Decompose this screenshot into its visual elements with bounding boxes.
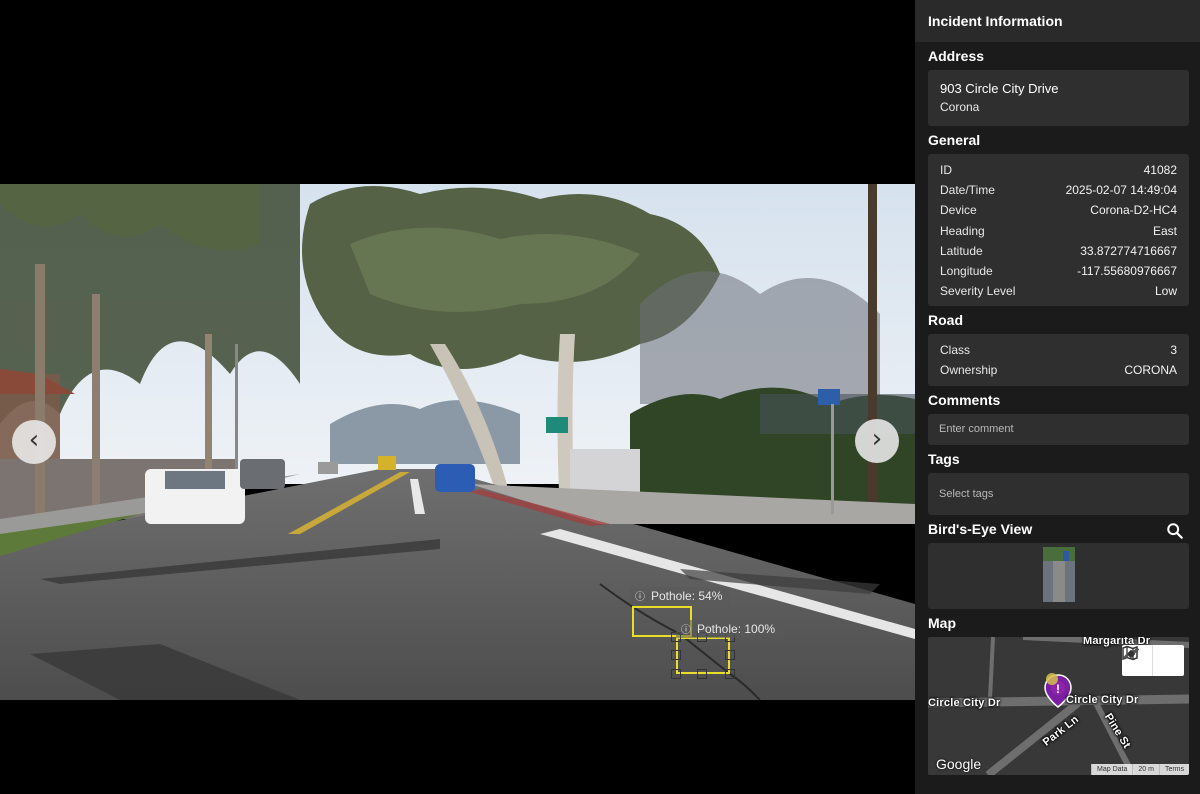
- row-key: Heading: [940, 223, 985, 238]
- row-key: ID: [940, 163, 952, 177]
- row-value: CORONA: [1124, 363, 1177, 378]
- comments-heading: Comments: [928, 392, 1001, 408]
- birdseye-heading: Bird's-Eye View: [928, 521, 1033, 537]
- general-row-datetime: Date/Time 2025-02-07 14:49:04: [940, 180, 1177, 200]
- road-row-ownership: Ownership CORONA: [940, 360, 1177, 380]
- address-card: 903 Circle City Drive Corona: [928, 70, 1189, 126]
- info-icon: ⓘ: [681, 625, 691, 636]
- google-logo: Google: [936, 756, 982, 772]
- info-icon: ⓘ: [635, 592, 645, 603]
- birdseye-thumbnail[interactable]: [1043, 547, 1075, 602]
- tags-heading: Tags: [928, 451, 960, 467]
- row-value: 33.872774716667: [1080, 243, 1177, 258]
- detection-label: ⓘ Pothole: 54%: [630, 587, 731, 605]
- row-value: 3: [1170, 343, 1177, 357]
- resize-handle[interactable]: [697, 669, 707, 679]
- search-icon[interactable]: [1166, 522, 1184, 540]
- row-value: Low: [1154, 284, 1177, 299]
- general-card: ID 41082 Date/Time 2025-02-07 14:49:04 Dev…: [928, 154, 1189, 306]
- map-type-toggle: [1122, 645, 1184, 676]
- road-row-class: Class 3: [940, 340, 1177, 360]
- general-row-heading: Heading East: [940, 221, 1177, 241]
- comment-input[interactable]: Enter comment: [928, 414, 1189, 445]
- road-heading: Road: [928, 312, 963, 328]
- svg-text:!: !: [1056, 682, 1060, 696]
- resize-handle[interactable]: [725, 669, 735, 679]
- resize-handle[interactable]: [671, 669, 681, 679]
- detection-label: ⓘ Pothole: 100%: [676, 620, 784, 638]
- sidebar-title: Incident Information: [915, 0, 1200, 42]
- row-key: Date/Time: [940, 183, 995, 198]
- image-viewer: ‹ › ⓘ Pothole: 54% ⓘ Pothole: 100%: [0, 0, 915, 794]
- general-row-longitude: Longitude -117.55680976667: [940, 261, 1177, 281]
- road-card: Class 3 Ownership CORONA: [928, 334, 1189, 386]
- row-value: Corona-D2-HC4: [1090, 203, 1177, 218]
- general-row-device: Device Corona-D2-HC4: [940, 200, 1177, 220]
- row-key: Severity Level: [940, 284, 1016, 299]
- general-row-id: ID 41082: [940, 160, 1177, 180]
- general-row-severity: Severity Level Low: [940, 281, 1177, 301]
- map-heading: Map: [928, 615, 956, 631]
- address-street: 903 Circle City Drive: [940, 81, 1059, 96]
- row-key: Latitude: [940, 243, 983, 258]
- incident-sidebar: Incident Information Address 903 Circle …: [915, 0, 1200, 794]
- map-scale: 20 m: [1132, 764, 1159, 775]
- row-key: Device: [940, 203, 977, 218]
- map-data-link[interactable]: Map Data: [1091, 764, 1132, 775]
- map-footer: Map Data 20 m Terms: [1091, 764, 1189, 775]
- map-widget[interactable]: ! Margarita Dr Circle City Dr Circle Cit…: [928, 637, 1189, 775]
- chevron-right-icon: ›: [871, 424, 883, 454]
- street-label: Circle City Dr: [1066, 694, 1139, 706]
- resize-handle[interactable]: [725, 650, 735, 660]
- birdseye-section-header: Bird's-Eye View: [915, 515, 1200, 543]
- row-value: 2025-02-07 14:49:04: [1065, 183, 1177, 198]
- tags-select[interactable]: Select tags: [928, 473, 1189, 515]
- general-heading: General: [928, 132, 981, 148]
- chevron-left-icon: ‹: [28, 425, 40, 455]
- detection-label-text: Pothole: 100%: [697, 622, 776, 636]
- resize-handle[interactable]: [671, 650, 681, 660]
- row-value: East: [1152, 223, 1177, 238]
- row-value: -117.55680976667: [1077, 263, 1177, 278]
- birdseye-card: [928, 543, 1189, 609]
- street-label: Circle City Dr: [928, 697, 1001, 709]
- satellite-view-button[interactable]: [1122, 645, 1184, 676]
- address-heading: Address: [928, 48, 985, 64]
- detection-label-text: Pothole: 54%: [651, 589, 723, 603]
- row-value: 41082: [1143, 163, 1177, 177]
- terms-link[interactable]: Terms: [1158, 764, 1189, 775]
- previous-image-button[interactable]: ‹: [12, 420, 56, 464]
- row-key: Ownership: [940, 363, 998, 378]
- satellite-icon: [1122, 647, 1140, 660]
- row-key: Longitude: [940, 263, 993, 278]
- general-row-latitude: Latitude 33.872774716667: [940, 241, 1177, 261]
- row-key: Class: [940, 343, 971, 357]
- address-city: Corona: [940, 100, 980, 114]
- next-image-button[interactable]: ›: [855, 419, 899, 463]
